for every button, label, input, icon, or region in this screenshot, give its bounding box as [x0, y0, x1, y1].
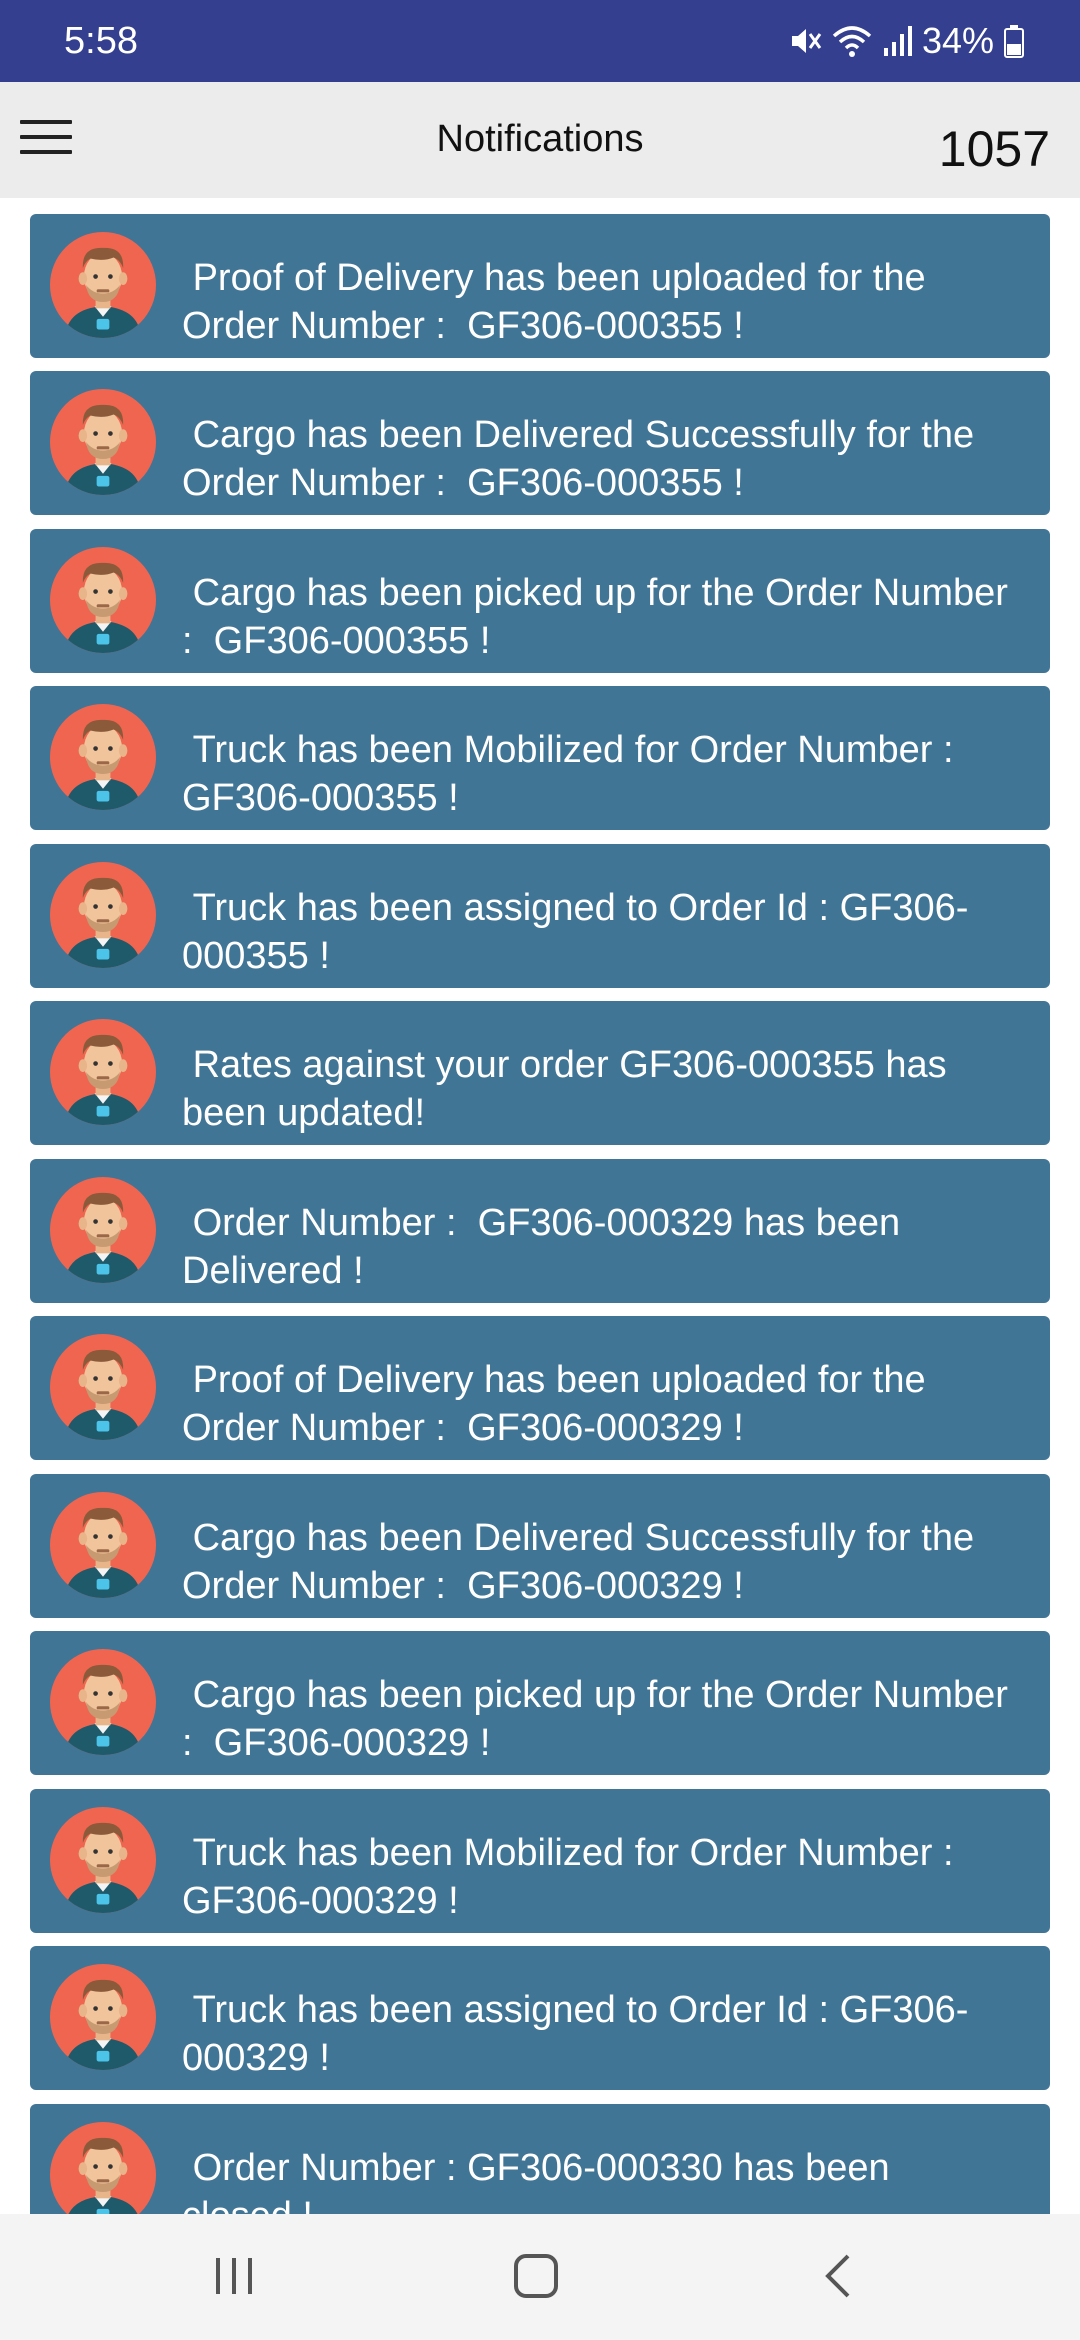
avatar-icon	[50, 1964, 156, 2070]
notification-card[interactable]: Proof of Delivery has been uploaded for …	[30, 1316, 1050, 1460]
notification-text: Cargo has been picked up for the Order N…	[182, 1674, 1019, 1764]
avatar-icon	[50, 232, 156, 338]
recent-apps-icon[interactable]	[212, 2252, 256, 2300]
notification-card[interactable]: Cargo has been Delivered Successfully fo…	[30, 371, 1050, 515]
wifi-icon	[832, 26, 872, 57]
status-icons: 34%	[788, 18, 1024, 64]
status-time: 5:58	[64, 20, 138, 62]
back-icon[interactable]	[820, 2252, 856, 2300]
notification-card[interactable]: Order Number : GF306-000329 has been Del…	[30, 1159, 1050, 1303]
notification-count: 1057	[938, 121, 1050, 177]
notification-card[interactable]: Cargo has been picked up for the Order N…	[30, 1631, 1050, 1775]
notification-text: Truck has been assigned to Order Id : GF…	[182, 1989, 969, 2079]
notification-card[interactable]: Order Number : GF306-000330 has been clo…	[30, 2104, 1050, 2214]
notification-text: Order Number : GF306-000330 has been clo…	[182, 2147, 890, 2214]
notification-card[interactable]: Rates against your order GF306-000355 ha…	[30, 1001, 1050, 1145]
home-icon[interactable]	[512, 2252, 560, 2300]
status-bar: 5:58 34%	[0, 0, 1080, 82]
notification-text: Proof of Delivery has been uploaded for …	[182, 257, 937, 347]
avatar-icon	[50, 389, 156, 495]
signal-icon	[883, 26, 912, 56]
avatar-icon	[50, 1334, 156, 1440]
avatar-icon	[50, 1019, 156, 1125]
system-nav-bar	[0, 2214, 1080, 2340]
notification-card[interactable]: Truck has been assigned to Order Id : GF…	[30, 844, 1050, 988]
mute-icon	[791, 29, 822, 53]
avatar-icon	[50, 547, 156, 653]
app-bar: Notifications 1057	[0, 82, 1080, 198]
notification-text: Cargo has been picked up for the Order N…	[182, 572, 1019, 662]
notification-text: Proof of Delivery has been uploaded for …	[182, 1359, 937, 1449]
notification-text: Order Number : GF306-000329 has been Del…	[182, 1202, 911, 1292]
notification-card[interactable]: Truck has been Mobilized for Order Numbe…	[30, 1789, 1050, 1933]
notification-text: Rates against your order GF306-000355 ha…	[182, 1044, 958, 1134]
avatar-icon	[50, 2122, 156, 2214]
notification-card[interactable]: Truck has been assigned to Order Id : GF…	[30, 1946, 1050, 2090]
avatar-icon	[50, 1649, 156, 1755]
notification-card[interactable]: Proof of Delivery has been uploaded for …	[30, 214, 1050, 358]
notification-card[interactable]: Cargo has been picked up for the Order N…	[30, 529, 1050, 673]
notification-list[interactable]: Proof of Delivery has been uploaded for …	[0, 198, 1080, 2214]
notification-text: Cargo has been Delivered Successfully fo…	[182, 1517, 985, 1607]
notification-card[interactable]: Cargo has been Delivered Successfully fo…	[30, 1474, 1050, 1618]
notification-text: Truck has been Mobilized for Order Numbe…	[182, 729, 975, 819]
battery-percentage: 34%	[921, 20, 994, 61]
avatar-icon	[50, 704, 156, 810]
avatar-icon	[50, 1807, 156, 1913]
notification-text: Cargo has been Delivered Successfully fo…	[182, 414, 985, 504]
avatar-icon	[50, 862, 156, 968]
avatar-icon	[50, 1177, 156, 1283]
avatar-icon	[50, 1492, 156, 1598]
notification-card[interactable]: Truck has been Mobilized for Order Numbe…	[30, 686, 1050, 830]
notification-text: Truck has been assigned to Order Id : GF…	[182, 887, 969, 977]
page-title: Notifications	[436, 118, 644, 160]
battery-icon	[1004, 25, 1024, 58]
notification-text: Truck has been Mobilized for Order Numbe…	[182, 1832, 975, 1922]
